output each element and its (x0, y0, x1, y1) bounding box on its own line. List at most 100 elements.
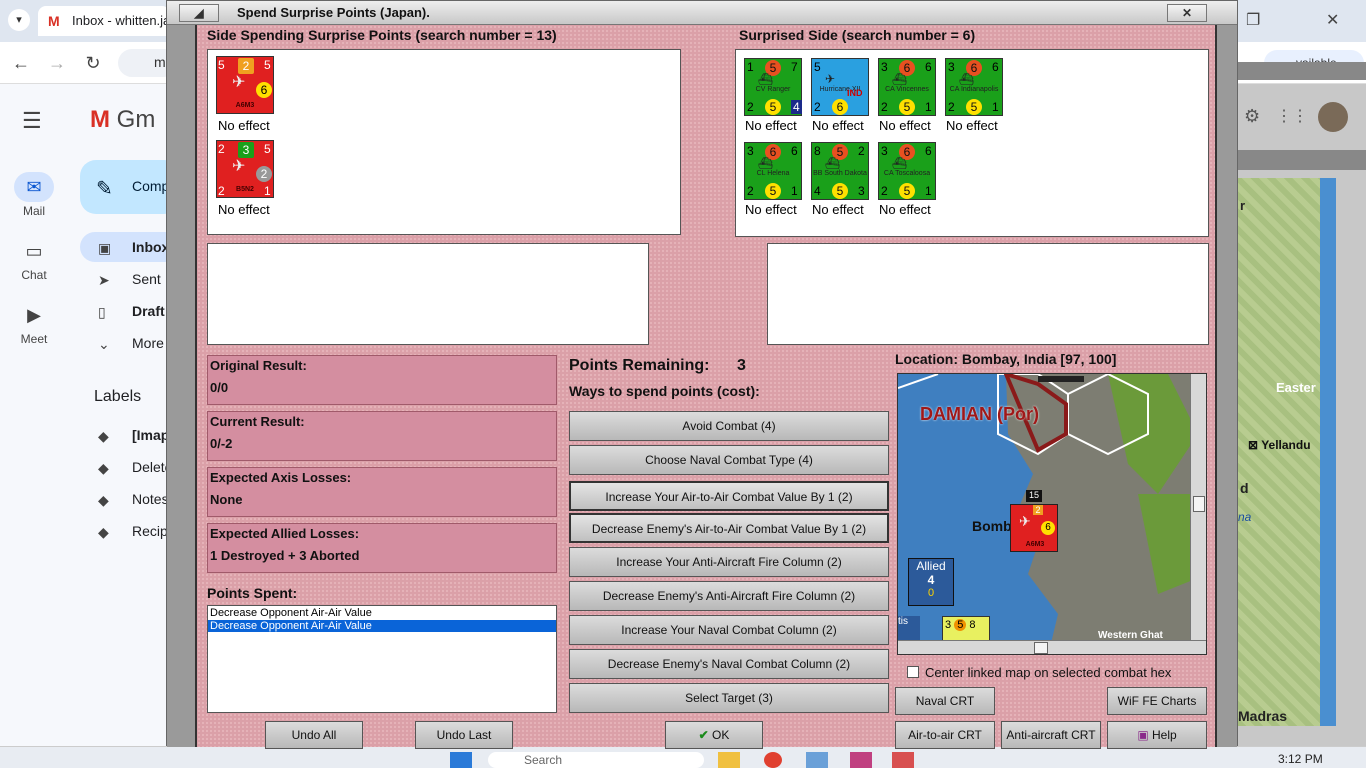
tab-search-button[interactable]: ▾ (8, 9, 30, 31)
dialog-minimize-button[interactable]: ✕ (1167, 4, 1207, 22)
unit-value: 3 (881, 144, 888, 158)
undo-last-button[interactable]: Undo Last (415, 721, 513, 749)
folder-more[interactable]: More (132, 335, 164, 351)
unit-counter-surprised[interactable]: 3 6 6 CA Toscaloosa 2 5 1 ⛴ (878, 142, 936, 200)
map-vscroll-thumb[interactable] (1193, 496, 1205, 512)
gmail-icon: M (48, 13, 60, 29)
unit-counter-b5n2[interactable]: 2 3 5 2 ✈ 2 1 B5N2 (216, 140, 274, 198)
map-unit-counter[interactable]: 2 6 ✈ A6M3 (1010, 504, 1058, 552)
unit-name: CA Vincennes (885, 86, 929, 93)
decrease-enemy-aa-column-button[interactable]: Decrease Enemy's Anti-Aircraft Fire Colu… (569, 581, 889, 611)
label-icon: ◆ (98, 460, 109, 476)
unit-effect: No effect (218, 118, 270, 133)
select-target-button[interactable]: Select Target (3) (569, 683, 889, 713)
gmail-logo[interactable]: M Gm (90, 106, 155, 134)
current-result-value: 0/-2 (210, 436, 233, 451)
rail-chat[interactable]: ▭ Chat (10, 236, 58, 282)
avatar[interactable] (1318, 102, 1348, 132)
naval-crt-button[interactable]: Naval CRT (895, 687, 995, 715)
unit-counter-surprised[interactable]: 3 6 6 CA Indianapolis 2 5 1 ⛴ (945, 58, 1003, 116)
dialog-system-menu-button[interactable]: ◢ (179, 4, 219, 22)
unit-nation-tag: IND (847, 88, 863, 98)
increase-aa-column-button[interactable]: Increase Your Anti-Aircraft Fire Column … (569, 547, 889, 577)
unit-value: 3 (948, 60, 955, 74)
game-icon[interactable] (850, 752, 872, 768)
close-icon[interactable]: ✕ (1326, 10, 1339, 30)
ok-button[interactable]: ✔ OK (665, 721, 763, 749)
label-imap[interactable]: [Imap (132, 427, 169, 443)
unit-value: 5 (218, 58, 225, 72)
air-to-air-crt-button[interactable]: Air-to-air CRT (895, 721, 995, 749)
center-map-checkbox-label: Center linked map on selected combat hex (925, 665, 1172, 680)
compose-button[interactable]: Comp (80, 160, 180, 214)
wif-fe-charts-button[interactable]: WiF FE Charts (1107, 687, 1207, 715)
increase-naval-column-button[interactable]: Increase Your Naval Combat Column (2) (569, 615, 889, 645)
map-horizontal-scrollbar[interactable] (898, 640, 1206, 654)
map-ship-counter[interactable]: 3 5 8 (942, 616, 990, 642)
gear-icon[interactable]: ⚙ (1244, 106, 1260, 127)
unit-counter-surprised[interactable]: 5 Hurricane XII IND 2 6 ✈ (811, 58, 869, 116)
unit-counter-surprised[interactable]: 8 5 2 BB South Dakota 4 5 3 ⛴ (811, 142, 869, 200)
unit-value: 5 (264, 142, 271, 156)
unit-effect: No effect (218, 202, 270, 217)
unit-value: 8 (814, 144, 821, 158)
taskbar-clock: 3:12 PM (1278, 752, 1323, 766)
rail-mail[interactable]: ✉ Mail (10, 172, 58, 218)
map-vertical-scrollbar[interactable] (1190, 374, 1206, 640)
points-spent-list[interactable]: Decrease Opponent Air-Air Value Decrease… (207, 605, 557, 713)
unit-counter-surprised[interactable]: 3 6 6 CA Vincennes 2 5 1 ⛴ (878, 58, 936, 116)
bg-map-city: Yellandu (1261, 438, 1311, 452)
app-icon[interactable] (892, 752, 914, 768)
folder-drafts[interactable]: Draft (132, 303, 165, 319)
file-explorer-icon[interactable] (718, 752, 740, 768)
menu-icon[interactable]: ☰ (22, 108, 42, 134)
apps-grid-icon[interactable]: ⋮⋮ (1276, 106, 1308, 126)
folder-inbox[interactable]: Inbox (132, 239, 169, 255)
app-icon[interactable] (806, 752, 828, 768)
unit-counter-surprised[interactable]: 1 5 7 CV Ranger 2 5 4 ⛴ (744, 58, 802, 116)
label-recipes[interactable]: Recip (132, 523, 168, 539)
reload-icon[interactable]: ↻ (82, 52, 104, 74)
unit-counter-a6m3[interactable]: 5 2 5 6 ✈ A6M3 (216, 56, 274, 114)
map-hscroll-thumb[interactable] (1034, 642, 1048, 654)
tab-title: Inbox - whitten.ja (72, 13, 170, 28)
unit-value: 1 (925, 184, 932, 198)
back-icon[interactable]: ← (10, 52, 32, 74)
unit-value: 2 (948, 100, 955, 114)
increase-air-to-air-button[interactable]: Increase Your Air-to-Air Combat Value By… (569, 481, 889, 511)
chrome-icon[interactable] (764, 752, 782, 768)
location-label: Location: Bombay, India [97, 100] (895, 351, 1117, 367)
browser-tab[interactable]: M Inbox - whitten.ja (38, 6, 170, 36)
center-map-checkbox[interactable] (907, 666, 919, 678)
decrease-enemy-naval-column-button[interactable]: Decrease Enemy's Naval Combat Column (2) (569, 649, 889, 679)
checkmark-icon: ✔ (698, 728, 709, 742)
allied-label: Allied (916, 559, 946, 573)
undo-all-button[interactable]: Undo All (265, 721, 363, 749)
folder-sent[interactable]: Sent (132, 271, 161, 287)
unit-value: 7 (791, 60, 798, 74)
rail-meet-label: Meet (20, 332, 48, 346)
bg-window-titlebar (1238, 62, 1366, 80)
combat-hex-map[interactable]: DAMIAN (Por) Bomb 2 6 ✈ A6M3 15 Allied 4… (897, 373, 1207, 655)
unit-effect: No effect (879, 118, 931, 133)
anti-aircraft-crt-button[interactable]: Anti-aircraft CRT (1001, 721, 1101, 749)
restore-icon[interactable]: ❐ (1246, 10, 1260, 30)
unit-effect: No effect (946, 118, 998, 133)
help-button[interactable]: ▣ Help (1107, 721, 1207, 749)
unit-counter-surprised[interactable]: 3 6 6 CL Helena 2 5 1 ⛴ (744, 142, 802, 200)
windows-start-icon[interactable] (450, 752, 472, 768)
rail-meet[interactable]: ▶ Meet (10, 300, 58, 346)
forward-icon[interactable]: → (46, 52, 68, 74)
current-result-label: Current Result: (210, 414, 305, 429)
decrease-enemy-air-to-air-button[interactable]: Decrease Enemy's Air-to-Air Combat Value… (569, 513, 889, 543)
points-spent-item-selected[interactable]: Decrease Opponent Air-Air Value (208, 620, 556, 632)
map-region-label: DAMIAN (Por) (920, 404, 1039, 424)
points-spent-item[interactable]: Decrease Opponent Air-Air Value (208, 606, 556, 620)
choose-naval-combat-type-button[interactable]: Choose Naval Combat Type (4) (569, 445, 889, 475)
plane-icon: ✈ (232, 158, 246, 175)
taskbar-search-input[interactable]: Search (488, 752, 704, 768)
label-notes[interactable]: Notes (132, 491, 169, 507)
unit-value: 2 (256, 166, 272, 182)
dialog-frame-right (1215, 25, 1237, 747)
avoid-combat-button[interactable]: Avoid Combat (4) (569, 411, 889, 441)
